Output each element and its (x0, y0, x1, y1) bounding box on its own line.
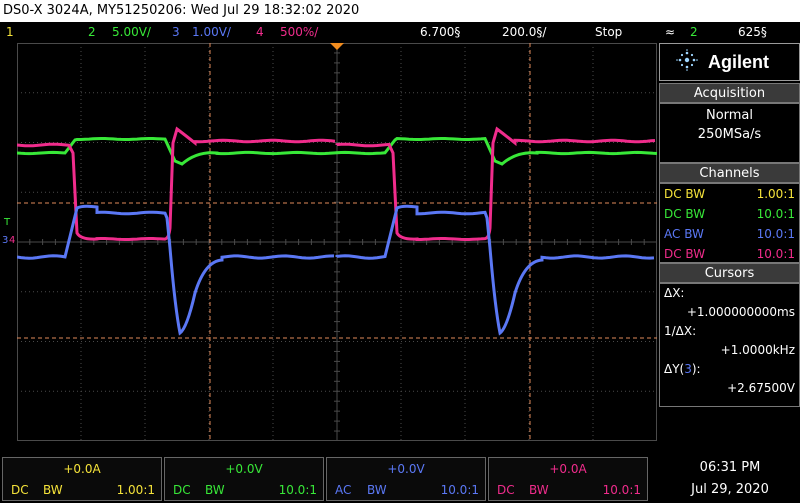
ch4-waveform (17, 126, 656, 241)
channels-header[interactable]: Channels (659, 163, 800, 183)
ch3-number[interactable]: 3 (172, 22, 180, 42)
ch-probe: 1.00:1 (116, 483, 155, 497)
ch-probe: 10.0:1 (278, 483, 317, 497)
clock-time: 06:31 PM (699, 460, 761, 475)
dx-value: +1.000000000ms (686, 305, 795, 319)
inv-dx-label-row: 1/ΔX: (660, 322, 799, 341)
ch4-number[interactable]: 4 (256, 22, 264, 42)
window-title: DS0-X 3024A, MY51250206: Wed Jul 29 18:3… (0, 0, 800, 22)
trigger-level-marker: T (4, 217, 11, 228)
ch1-number[interactable]: 1 (6, 22, 14, 42)
acquisition-header[interactable]: Acquisition (659, 83, 800, 103)
ch2-number[interactable]: 2 (88, 22, 96, 42)
ch-coupling: DC (497, 483, 515, 497)
ch-probe: 10.0:1 (440, 483, 479, 497)
side-panel: Agilent Acquisition Normal 250MSa/s Chan… (659, 43, 800, 441)
ch3-scale[interactable]: 1.00V/ (192, 22, 231, 42)
dy-value: +2.67500V (727, 381, 795, 395)
ch3-waveform (17, 204, 655, 336)
ch-coupling: AC (335, 483, 352, 497)
trigger-position-marker (330, 43, 344, 50)
channel-coupling: DC BW (664, 207, 706, 221)
bottom-channel-bar: +0.0A DC BW 1.00:1 +0.0V DC BW 10.0:1 +0… (0, 457, 800, 503)
acq-rate: 250MSa/s (697, 127, 762, 142)
cursors-box: ΔX: +1.000000000ms 1/ΔX: +1.0000kHz ΔY(3… (659, 283, 800, 407)
agilent-spark-icon (676, 49, 698, 75)
dy-label-prefix: ΔY( (664, 362, 685, 376)
clock: 06:31 PM Jul 29, 2020 (660, 457, 800, 503)
acq-mode: Normal (705, 108, 754, 123)
dy-value-row: +2.67500V (660, 379, 799, 398)
bottom-ch4[interactable]: +0.0A DC BW 10.0:1 (488, 457, 648, 501)
bottom-ch2[interactable]: +0.0V DC BW 10.0:1 (164, 457, 324, 501)
inv-dx-value: +1.0000kHz (720, 343, 795, 357)
ch4-scale[interactable]: 500%/ (280, 22, 318, 42)
channel-row-3[interactable]: AC BW 10.0:1 (660, 224, 799, 244)
dx-label-row: ΔX: (660, 284, 799, 303)
time-delay[interactable]: 6.700§ (420, 22, 460, 42)
graticule-svg (17, 43, 657, 441)
channels-box: DC BW 1.00:1 DC BW 10.0:1 AC BW 10.0:1 D… (659, 183, 800, 263)
channel-row-2[interactable]: DC BW 10.0:1 (660, 204, 799, 224)
channel-coupling: DC BW (664, 187, 706, 201)
dy-label: ΔY(3): (664, 360, 701, 379)
dx-value-row: +1.000000000ms (660, 303, 799, 322)
brand-name: Agilent (708, 51, 769, 72)
run-state[interactable]: Stop (595, 22, 622, 42)
clock-date: Jul 29, 2020 (691, 482, 769, 497)
channel-probe: 10.0:1 (756, 227, 795, 241)
ch2-scale[interactable]: 5.00V/ (112, 22, 151, 42)
dy-label-suffix: ): (691, 362, 701, 376)
ch-bw: BW (529, 483, 549, 497)
channel-row-1[interactable]: DC BW 1.00:1 (660, 184, 799, 204)
inv-dx-label: 1/ΔX: (664, 324, 697, 338)
channel-status-row: 1 2 5.00V/ 3 1.00V/ 4 500%/ 6.700§ 200.0… (0, 22, 800, 42)
ch-bw: BW (205, 483, 225, 497)
dx-label: ΔX: (664, 286, 685, 300)
ch-offset: +0.0A (63, 462, 101, 476)
channel-coupling: DC BW (664, 247, 706, 261)
graticule-grid (17, 43, 657, 441)
ch-offset: +0.0V (225, 462, 263, 476)
inv-dx-value-row: +1.0000kHz (660, 341, 799, 360)
waveform-display[interactable] (17, 43, 657, 441)
ch-bw: BW (367, 483, 387, 497)
channel-coupling: AC BW (664, 227, 704, 241)
ch4-ground-marker: 4 (9, 235, 16, 246)
ch3-ground-marker: 3 (2, 235, 9, 246)
ch-coupling: DC (11, 483, 29, 497)
acquisition-box: Normal 250MSa/s (659, 103, 800, 163)
ch-offset: +0.0A (549, 462, 587, 476)
trigger-level[interactable]: 625§ (738, 22, 767, 42)
dy-channel: 3 (684, 362, 692, 376)
trigger-source[interactable]: 2 (690, 22, 698, 42)
channel-probe: 10.0:1 (756, 207, 795, 221)
channel-row-4[interactable]: DC BW 10.0:1 (660, 244, 799, 264)
brand-logo: Agilent (659, 43, 800, 81)
cursors-header[interactable]: Cursors (659, 263, 800, 283)
bottom-ch3[interactable]: +0.0V AC BW 10.0:1 (326, 457, 486, 501)
time-scale[interactable]: 200.0§/ (502, 22, 546, 42)
ch-offset: +0.0V (387, 462, 425, 476)
dy-label-row: ΔY(3): (660, 360, 799, 379)
ch-probe: 10.0:1 (602, 483, 641, 497)
channel-probe: 1.00:1 (756, 187, 795, 201)
ch-bw: BW (43, 483, 63, 497)
trigger-slope-icon: ≈ (665, 25, 676, 39)
ch-coupling: DC (173, 483, 191, 497)
bottom-ch1[interactable]: +0.0A DC BW 1.00:1 (2, 457, 162, 501)
channel-probe: 10.0:1 (756, 247, 795, 261)
